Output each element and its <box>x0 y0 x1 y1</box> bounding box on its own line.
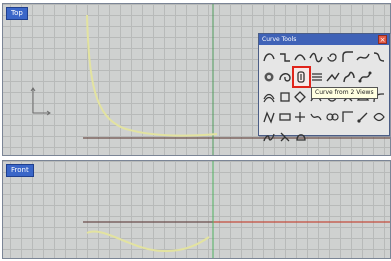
curve-tools-toolbar[interactable]: Curve Tools × <box>258 33 390 142</box>
pipe-icon[interactable] <box>262 68 277 86</box>
curve-from-2-views-icon[interactable] <box>291 66 311 88</box>
shape-icon[interactable] <box>278 128 293 146</box>
curve-icon[interactable] <box>262 48 277 66</box>
shape-icon[interactable] <box>293 88 308 106</box>
tooltip: Curve from 2 Views <box>311 87 378 99</box>
edit-points-icon[interactable] <box>358 68 373 86</box>
loop-icon[interactable] <box>278 68 293 86</box>
viewport-label-top[interactable]: Top <box>6 7 28 20</box>
curve-front <box>86 230 210 253</box>
toolbar-row <box>261 47 387 67</box>
toolbar-row <box>261 66 387 88</box>
shape-icon[interactable] <box>277 88 292 106</box>
toolbar-titlebar[interactable]: Curve Tools × <box>259 34 389 45</box>
viewport-label-front[interactable]: Front <box>6 164 34 177</box>
shape-icon[interactable] <box>294 128 309 146</box>
toolbar-title: Curve Tools <box>262 36 297 43</box>
shape-icon[interactable] <box>262 128 277 146</box>
shape-icon[interactable] <box>356 108 371 126</box>
fillet-icon[interactable] <box>340 48 355 66</box>
toolbar-row <box>261 127 387 147</box>
rebuild-icon[interactable] <box>310 68 325 86</box>
bend-icon[interactable] <box>326 68 341 86</box>
toolbar-close-button[interactable]: × <box>378 35 387 44</box>
shape-icon[interactable] <box>325 108 340 126</box>
freeform-icon[interactable] <box>342 68 357 86</box>
shape-icon[interactable] <box>340 108 355 126</box>
curve <box>86 14 218 137</box>
shape-icon[interactable] <box>372 108 387 126</box>
spiral-icon[interactable] <box>325 48 340 66</box>
curve-icon[interactable] <box>356 48 371 66</box>
arc-icon[interactable] <box>293 48 308 66</box>
curve-icon[interactable] <box>372 48 387 66</box>
front-viewport-canvas <box>83 161 390 258</box>
wave-icon[interactable] <box>309 48 324 66</box>
shape-icon[interactable] <box>262 108 277 126</box>
shape-icon[interactable] <box>277 108 292 126</box>
shape-icon[interactable] <box>309 108 324 126</box>
offset-icon[interactable] <box>262 88 277 106</box>
blend-icon[interactable] <box>277 48 292 66</box>
shape-icon[interactable] <box>293 108 308 126</box>
toolbar-row <box>261 107 387 127</box>
front-viewport[interactable]: Front <box>2 160 391 259</box>
